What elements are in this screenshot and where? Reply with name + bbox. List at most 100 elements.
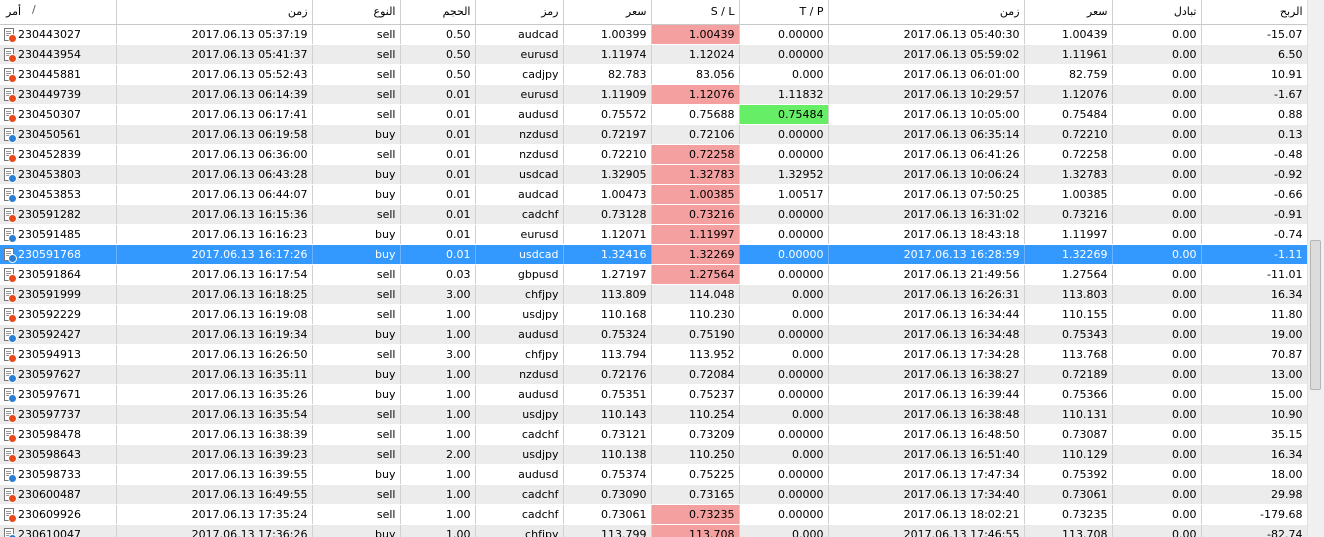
cell-swap: 0.00 [1112,344,1202,365]
order-number: 230443954 [18,47,81,61]
table-row[interactable]: 230591864 2017.06.13 16:17:54 sell 0.03 gbpu… [0,264,1307,285]
column-header-symbol[interactable]: رمز [475,0,564,25]
table-row[interactable]: 230443954 2017.06.13 05:41:37 sell 0.50 euru… [0,44,1307,65]
order-number: 230445881 [18,67,81,81]
cell-type: sell [312,304,401,325]
column-header-tp[interactable]: T / P [739,0,829,25]
table-row[interactable]: 230591485 2017.06.13 16:16:23 buy 0.01 eurus… [0,224,1307,245]
cell-tp: 1.32952 [739,164,829,185]
cell-order: 230449739 [0,84,117,105]
table-row[interactable]: 230597671 2017.06.13 16:35:26 buy 1.00 audus… [0,384,1307,405]
cell-sl: 0.73165 [651,484,740,505]
cell-type: buy [312,224,401,245]
table-row[interactable]: 230450307 2017.06.13 06:17:41 sell 0.01 audu… [0,104,1307,125]
table-row[interactable]: 230598478 2017.06.13 16:38:39 sell 1.00 cadc… [0,424,1307,445]
cell-profit: 10.91 [1201,64,1307,85]
cell-swap: 0.00 [1112,384,1202,405]
cell-close-time: 2017.06.13 17:34:28 [828,344,1025,365]
cell-tp: 0.00000 [739,44,829,65]
cell-profit: 0.13 [1201,124,1307,145]
cell-volume: 1.00 [400,364,476,385]
cell-open-time: 2017.06.13 06:36:00 [116,144,313,165]
table-row[interactable]: 230610047 2017.06.13 17:36:26 buy 1.00 chfjp… [0,524,1307,537]
column-header-close-price[interactable]: سعر [1024,0,1113,25]
cell-sl: 0.72258 [651,144,740,165]
table-row[interactable]: 230592229 2017.06.13 16:19:08 sell 1.00 usdj… [0,304,1307,325]
cell-sl: 0.72084 [651,364,740,385]
cell-profit: -179.68 [1201,504,1307,525]
cell-swap: 0.00 [1112,204,1202,225]
cell-swap: 0.00 [1112,144,1202,165]
cell-profit: 35.15 [1201,424,1307,445]
cell-open-time: 2017.06.13 16:16:23 [116,224,313,245]
cell-swap: 0.00 [1112,24,1202,45]
table-row[interactable]: 230598733 2017.06.13 16:39:55 buy 1.00 audus… [0,464,1307,485]
cell-close-price: 1.27564 [1024,264,1113,285]
buy-ticket-icon [4,367,17,383]
sell-ticket-icon [4,487,17,503]
column-header-swap[interactable]: تبادل [1112,0,1202,25]
buy-ticket-icon [4,167,17,183]
cell-sl: 113.952 [651,344,740,365]
table-row[interactable]: 230452839 2017.06.13 06:36:00 sell 0.01 nzdu… [0,144,1307,165]
cell-open-price: 1.11974 [563,44,652,65]
table-row[interactable]: 230443027 2017.06.13 05:37:19 sell 0.50 audc… [0,24,1307,45]
cell-profit: -0.92 [1201,164,1307,185]
order-number: 230449739 [18,87,81,101]
cell-sl: 113.708 [651,524,740,537]
cell-open-time: 2017.06.13 16:35:54 [116,404,313,425]
column-header-order[interactable]: / أمر [0,0,117,25]
column-header-sl[interactable]: S / L [651,0,740,25]
table-row[interactable]: 230445881 2017.06.13 05:52:43 sell 0.50 cadj… [0,64,1307,85]
cell-close-time: 2017.06.13 05:59:02 [828,44,1025,65]
order-number: 230453853 [18,187,81,201]
cell-volume: 0.50 [400,64,476,85]
cell-close-time: 2017.06.13 06:01:00 [828,64,1025,85]
cell-type: buy [312,184,401,205]
cell-symbol: usdjpy [475,444,564,465]
cell-profit: 16.34 [1201,284,1307,305]
vertical-scrollbar[interactable] [1307,0,1324,537]
cell-profit: 0.88 [1201,104,1307,125]
cell-volume: 1.00 [400,324,476,345]
cell-tp: 0.000 [739,524,829,537]
table-row[interactable]: 230453853 2017.06.13 06:44:07 buy 0.01 audca… [0,184,1307,205]
table-row[interactable]: 230598643 2017.06.13 16:39:23 sell 2.00 usdj… [0,444,1307,465]
cell-profit: -1.11 [1201,244,1307,265]
cell-open-time: 2017.06.13 16:38:39 [116,424,313,445]
column-header-profit[interactable]: الربح [1201,0,1307,25]
table-row[interactable]: 230453803 2017.06.13 06:43:28 buy 0.01 usdca… [0,164,1307,185]
table-row[interactable]: 230592427 2017.06.13 16:19:34 buy 1.00 audus… [0,324,1307,345]
table-row[interactable]: 230591282 2017.06.13 16:15:36 sell 0.01 cadc… [0,204,1307,225]
table-row[interactable]: 230594913 2017.06.13 16:26:50 sell 3.00 chfj… [0,344,1307,365]
cell-tp: 0.00000 [739,144,829,165]
cell-order: 230443027 [0,24,117,45]
cell-type: sell [312,484,401,505]
table-row[interactable]: 230600487 2017.06.13 16:49:55 sell 1.00 cadc… [0,484,1307,505]
sell-ticket-icon [4,147,17,163]
column-header-open-time[interactable]: زمن [116,0,313,25]
cell-order: 230450307 [0,104,117,125]
table-row[interactable]: 230597737 2017.06.13 16:35:54 sell 1.00 usdj… [0,404,1307,425]
table-row[interactable]: 230609926 2017.06.13 17:35:24 sell 1.00 cadc… [0,504,1307,525]
table-row[interactable]: 230591999 2017.06.13 16:18:25 sell 3.00 chfj… [0,284,1307,305]
column-header-type[interactable]: النوع [312,0,401,25]
cell-volume: 1.00 [400,304,476,325]
cell-type: buy [312,244,401,265]
cell-swap: 0.00 [1112,464,1202,485]
cell-volume: 1.00 [400,404,476,425]
column-header-close-time[interactable]: زمن [828,0,1025,25]
cell-order: 230591999 [0,284,117,305]
cell-volume: 0.01 [400,184,476,205]
sell-ticket-icon [4,407,17,423]
table-row[interactable]: 230450561 2017.06.13 06:19:58 buy 0.01 nzdus… [0,124,1307,145]
sell-ticket-icon [4,87,17,103]
table-row[interactable]: 230591768 2017.06.13 16:17:26 buy 0.01 usdca… [0,244,1307,265]
scrollbar-thumb[interactable] [1310,240,1321,390]
order-number: 230453803 [18,167,81,181]
column-header-open-price[interactable]: سعر [563,0,652,25]
column-header-volume[interactable]: الحجم [400,0,476,25]
order-number: 230598478 [18,427,81,441]
table-row[interactable]: 230449739 2017.06.13 06:14:39 sell 0.01 euru… [0,84,1307,105]
table-row[interactable]: 230597627 2017.06.13 16:35:11 buy 1.00 nzdus… [0,364,1307,385]
